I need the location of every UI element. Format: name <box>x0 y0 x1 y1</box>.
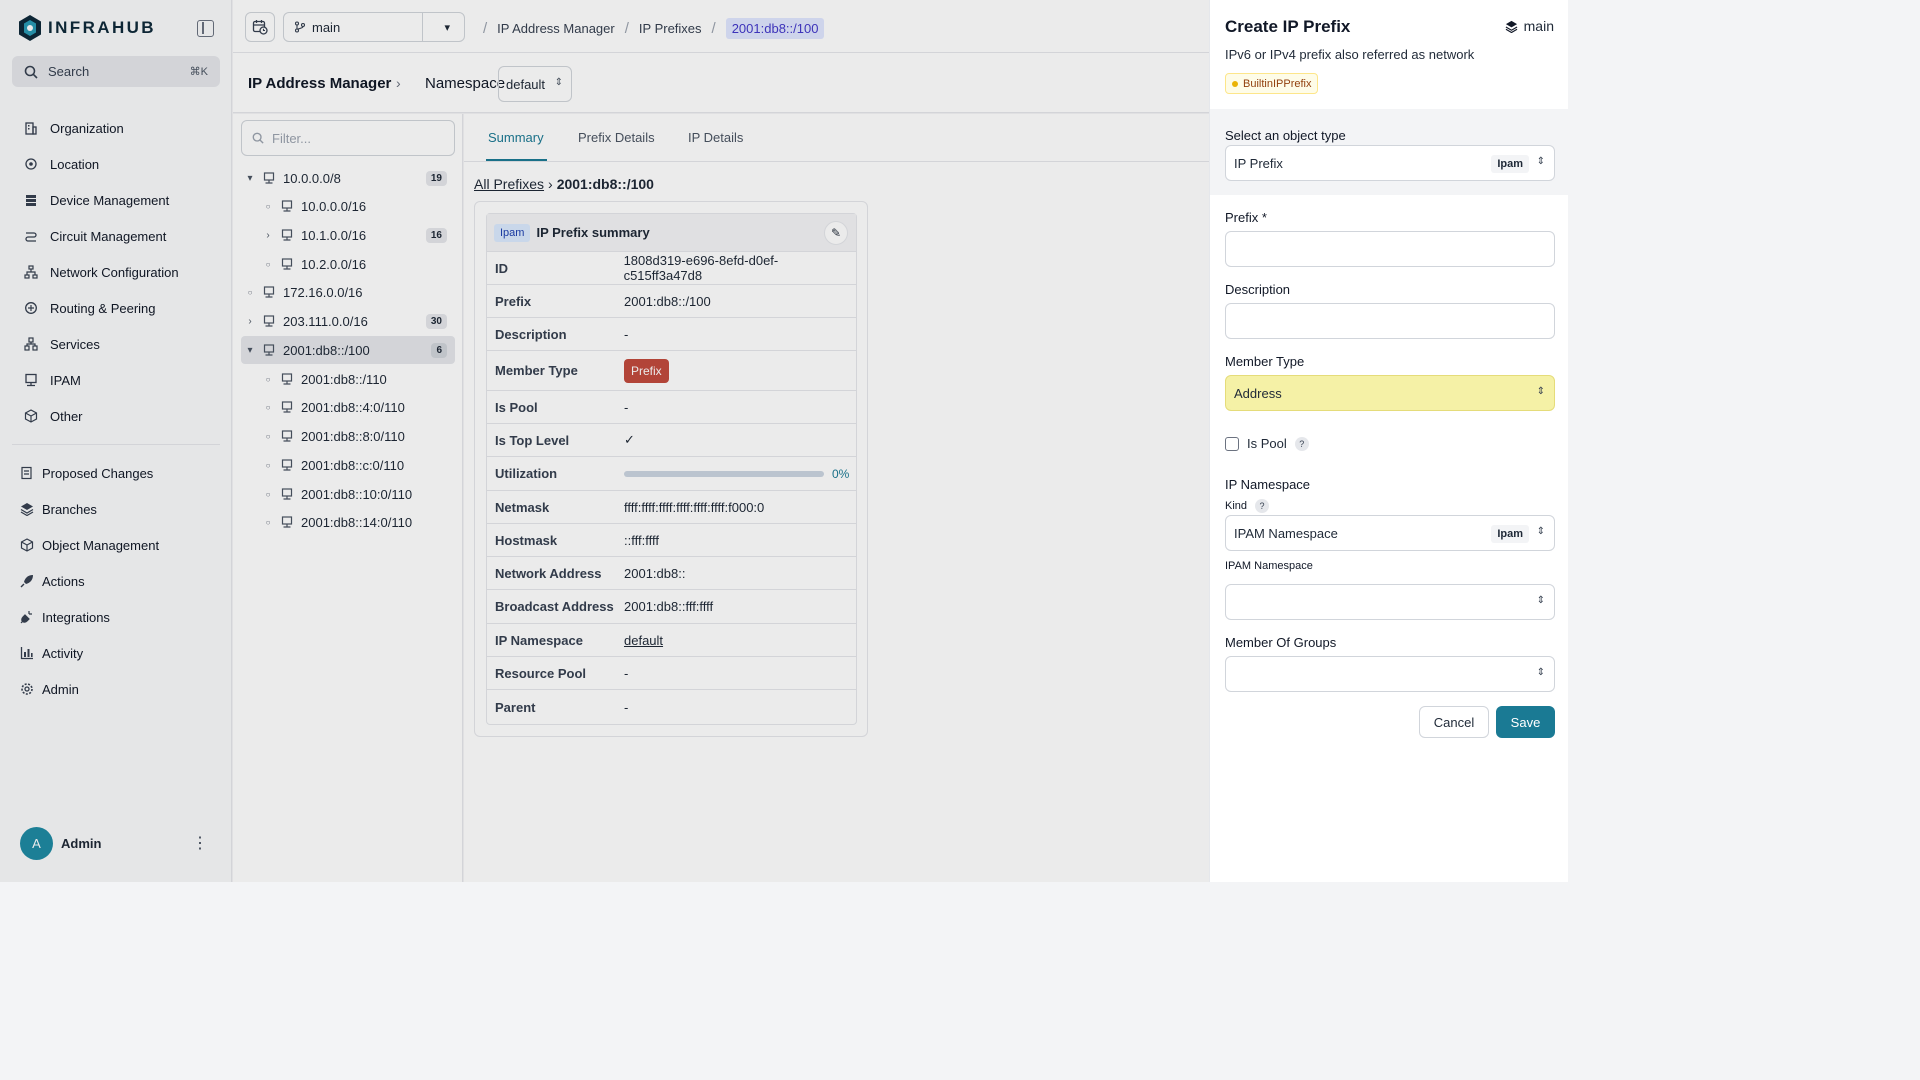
member-type-select[interactable]: Address ⇕ <box>1225 375 1555 411</box>
kind-select-badge: Ipam <box>1491 525 1529 543</box>
object-type-section: Select an object type IP Prefix Ipam ⇕ <box>1210 109 1569 195</box>
drawer-branch-name: main <box>1523 18 1554 34</box>
ipam-namespace-select[interactable]: ⇕ <box>1225 584 1555 620</box>
description-label: Description <box>1225 282 1291 297</box>
chevron-up-down-icon: ⇕ <box>1536 667 1545 678</box>
object-type-select[interactable]: IP Prefix Ipam ⇕ <box>1225 145 1555 181</box>
status-dot <box>1232 80 1238 87</box>
create-ip-prefix-drawer: Create IP Prefix main IPv6 or IPv4 prefi… <box>1209 0 1569 882</box>
drawer-branch: main <box>1505 18 1554 34</box>
object-type-label: Select an object type <box>1225 128 1346 143</box>
member-of-groups-select[interactable]: ⇕ <box>1225 656 1555 692</box>
drawer-title: Create IP Prefix <box>1225 17 1351 36</box>
save-button[interactable]: Save <box>1496 706 1555 738</box>
is-pool-field: Is Pool ? <box>1225 436 1309 451</box>
ipam-namespace-label: IPAM Namespace <box>1225 560 1313 572</box>
help-icon[interactable]: ? <box>1255 499 1270 513</box>
kind-badge-label: BuiltinIPPrefix <box>1243 77 1312 90</box>
prefix-input[interactable] <box>1225 231 1555 267</box>
member-type-value: Address <box>1234 385 1282 401</box>
kind-badge: BuiltinIPPrefix <box>1225 73 1319 94</box>
member-type-label: Member Type <box>1225 354 1305 369</box>
member-of-groups-label: Member Of Groups <box>1225 635 1337 650</box>
chevron-up-down-icon: ⇕ <box>1536 526 1545 537</box>
is-pool-label: Is Pool <box>1247 436 1287 451</box>
is-pool-checkbox[interactable] <box>1225 436 1239 451</box>
help-icon[interactable]: ? <box>1294 436 1309 451</box>
chevron-up-down-icon: ⇕ <box>1536 156 1545 167</box>
object-type-badge: Ipam <box>1491 155 1529 173</box>
app: INFRAHUB Search ⌘K Organization Location… <box>0 0 1569 882</box>
ip-namespace-label: IP Namespace <box>1225 477 1311 492</box>
kind-label: Kind <box>1225 500 1248 512</box>
description-input[interactable] <box>1225 303 1555 339</box>
object-type-value: IP Prefix <box>1234 155 1283 171</box>
cancel-button[interactable]: Cancel <box>1419 706 1489 738</box>
prefix-label: Prefix * <box>1225 210 1267 225</box>
kind-label-row: Kind ? <box>1225 499 1270 513</box>
layers-icon <box>1505 20 1517 33</box>
modal-overlay[interactable] <box>0 0 1209 882</box>
kind-select[interactable]: IPAM Namespace Ipam ⇕ <box>1225 515 1555 551</box>
kind-value: IPAM Namespace <box>1234 525 1338 541</box>
chevron-up-down-icon: ⇕ <box>1536 386 1545 397</box>
drawer-subtitle: IPv6 or IPv4 prefix also referred as net… <box>1225 47 1475 62</box>
chevron-up-down-icon: ⇕ <box>1536 595 1545 606</box>
